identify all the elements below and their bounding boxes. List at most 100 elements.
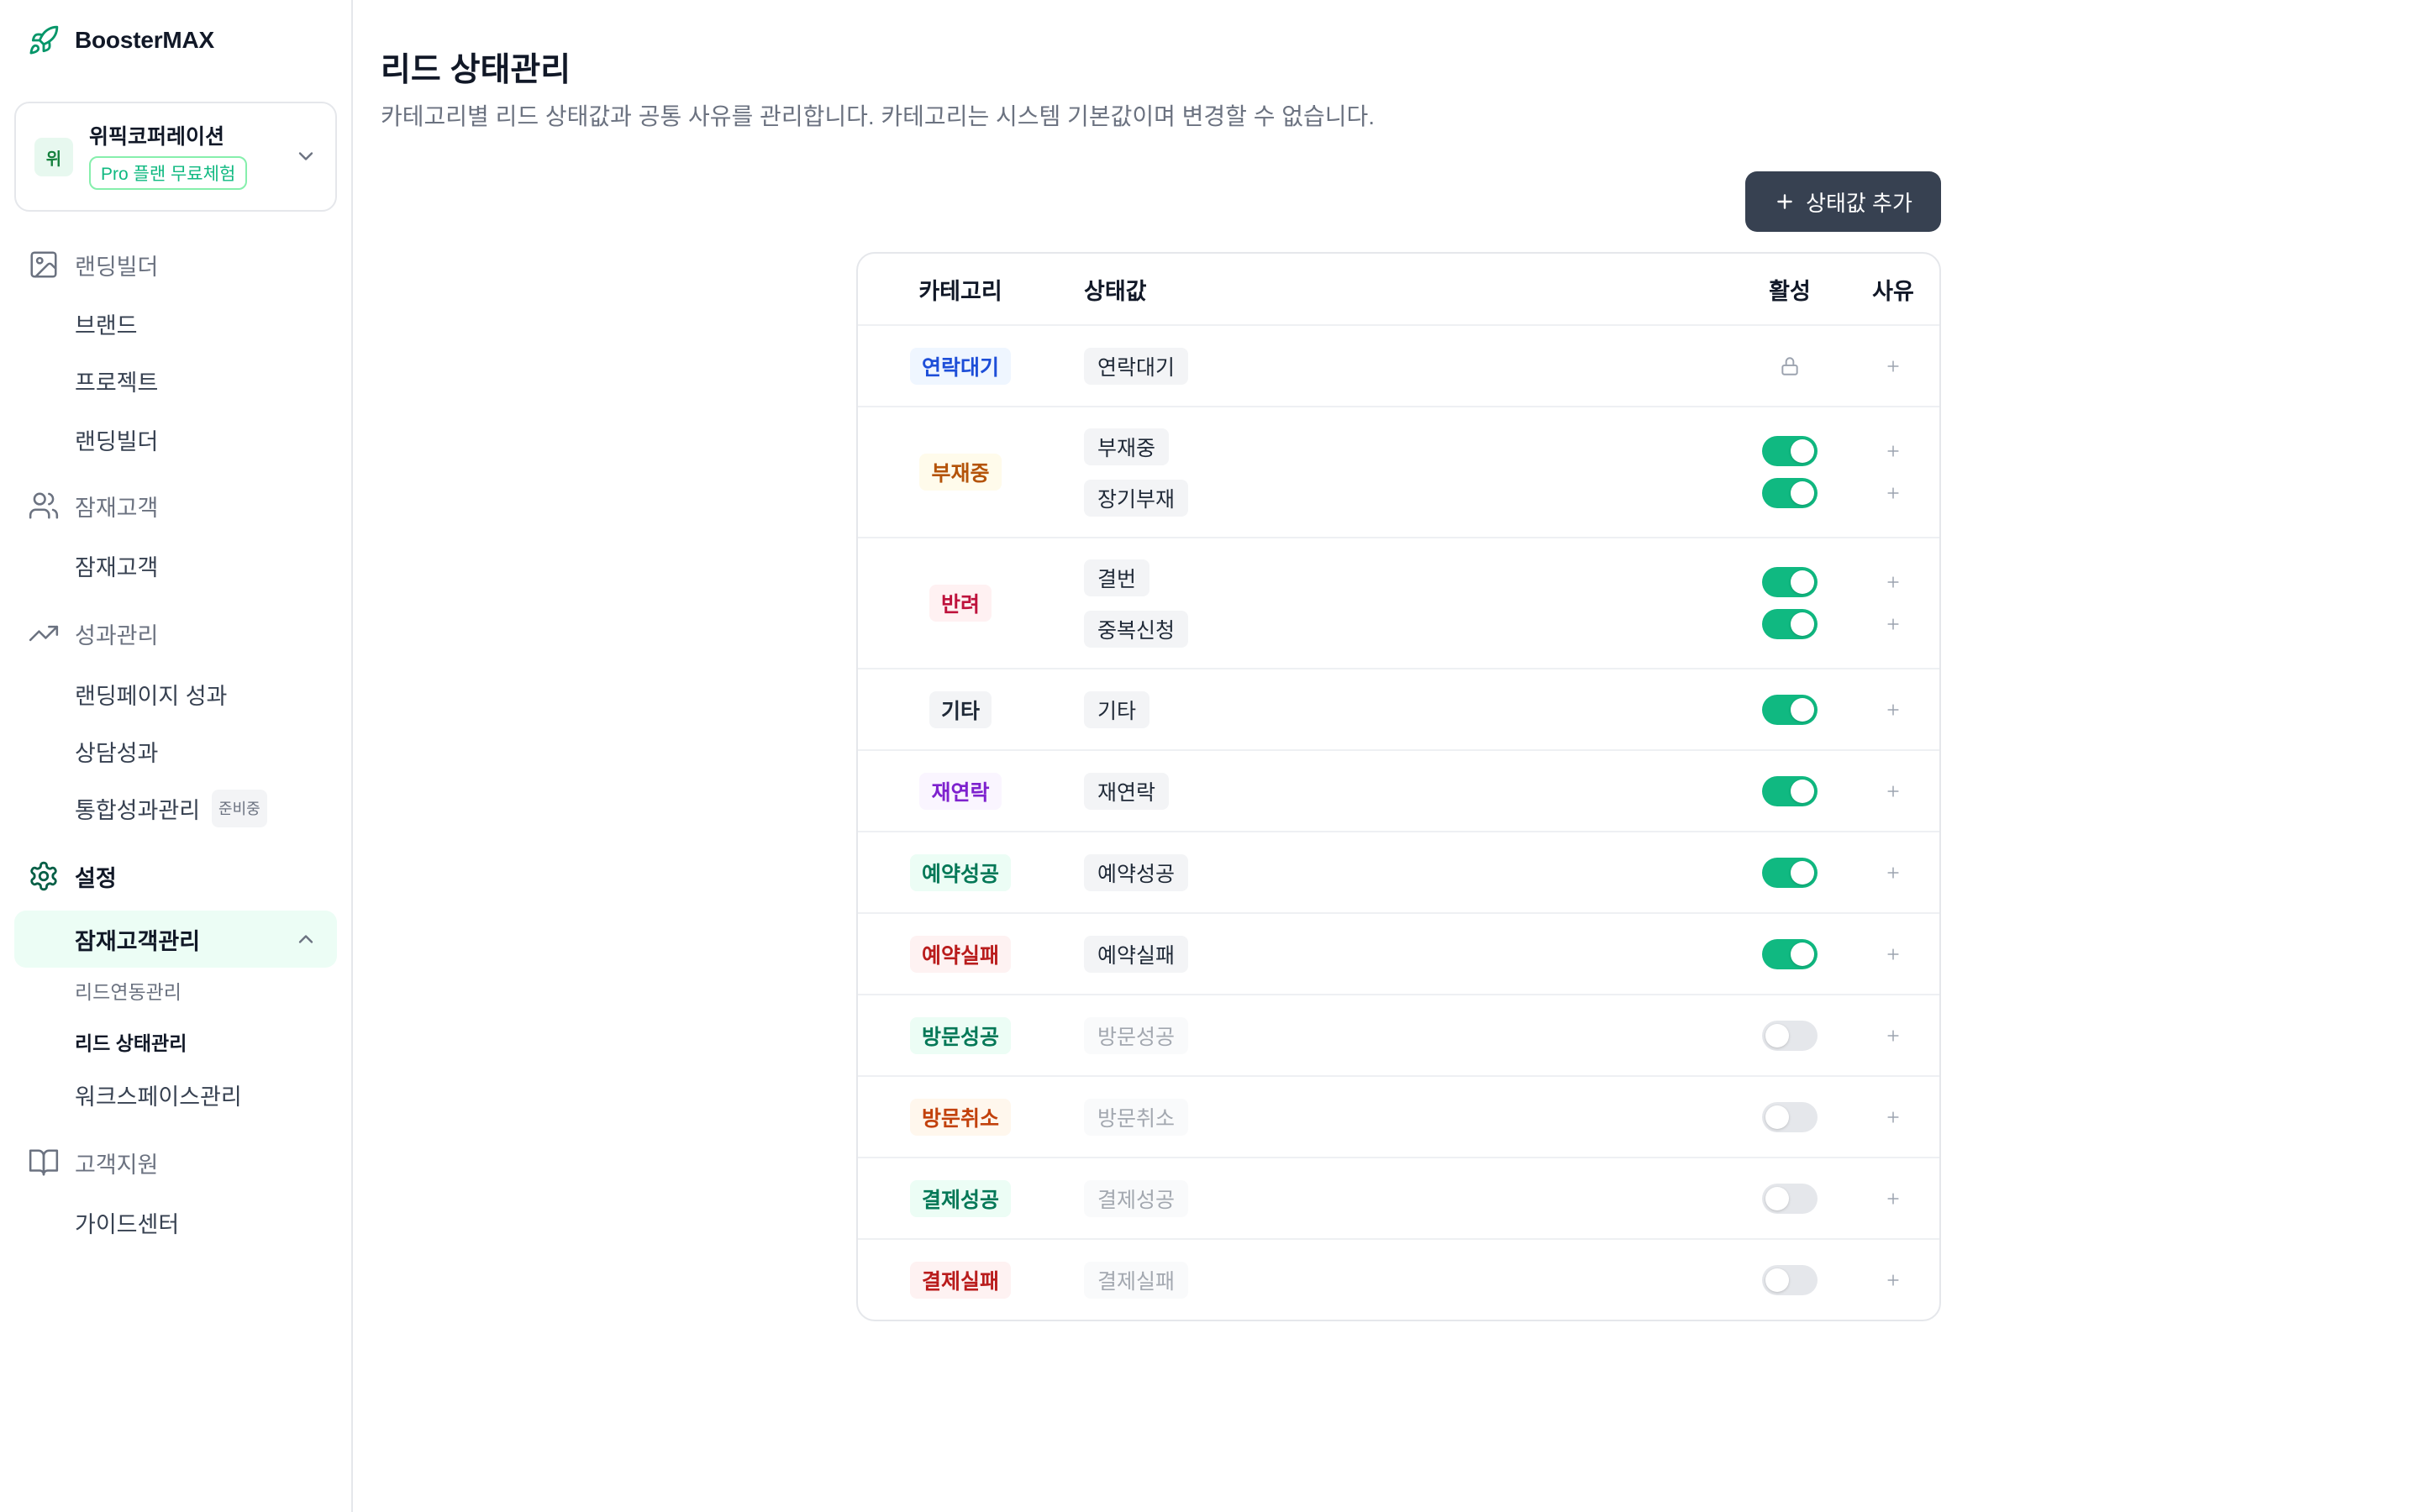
active-toggle[interactable] bbox=[1762, 1264, 1818, 1295]
nav-section-support[interactable]: 고객지원 bbox=[0, 1137, 351, 1188]
sidebar-item-consult-performance[interactable]: 상담성과 bbox=[0, 726, 351, 776]
sidebar-item-label: 리드 상태관리 bbox=[75, 1032, 187, 1054]
active-toggle[interactable] bbox=[1762, 609, 1818, 639]
status-cell: 방문성공 bbox=[1063, 995, 1733, 1075]
toggle-knob bbox=[1791, 860, 1814, 885]
sidebar-item-label: 리드연동관리 bbox=[75, 981, 182, 1003]
plus-icon bbox=[1887, 360, 1899, 372]
reason-cell bbox=[1847, 832, 1939, 912]
plus-icon bbox=[1887, 703, 1899, 716]
nav-section-settings[interactable]: 설정 bbox=[0, 851, 351, 901]
add-reason-button[interactable] bbox=[1878, 609, 1908, 639]
sidebar-item-guide-center[interactable]: 가이드센터 bbox=[0, 1197, 351, 1247]
sidebar-item-project[interactable]: 프로젝트 bbox=[0, 355, 351, 406]
status-pill[interactable]: 결번 bbox=[1084, 559, 1150, 596]
status-pill[interactable]: 방문취소 bbox=[1084, 1098, 1189, 1136]
active-toggle[interactable] bbox=[1762, 567, 1818, 597]
table-row: 연락대기 연락대기 bbox=[858, 324, 1939, 406]
sidebar-item-label: 통합성과관리 bbox=[75, 797, 201, 823]
sidebar-item-brand[interactable]: 브랜드 bbox=[0, 298, 351, 349]
status-pill[interactable]: 재연락 bbox=[1084, 772, 1170, 810]
active-toggle[interactable] bbox=[1762, 478, 1818, 508]
toggle-knob bbox=[1791, 779, 1814, 803]
status-pill[interactable]: 연락대기 bbox=[1084, 347, 1189, 385]
workspace-switcher[interactable]: 위 위픽코퍼레이션 Pro 플랜 무료체험 bbox=[14, 102, 337, 212]
table-row: 부재중 부재중 장기부재 bbox=[858, 406, 1939, 537]
sidebar-item-prospect-management[interactable]: 잠재고객관리 bbox=[14, 911, 337, 968]
header-reason: 사유 bbox=[1872, 278, 1914, 304]
toggle-knob bbox=[1791, 942, 1814, 966]
sidebar-item-landing-builder[interactable]: 랜딩빌더 bbox=[0, 414, 351, 465]
status-cell: 방문취소 bbox=[1063, 1077, 1733, 1157]
sidebar-item-workspace-management[interactable]: 워크스페이스관리 bbox=[0, 1069, 351, 1120]
add-reason-button[interactable] bbox=[1878, 1265, 1908, 1295]
status-pill[interactable]: 결제실패 bbox=[1084, 1261, 1189, 1299]
status-cell: 예약성공 bbox=[1063, 832, 1733, 912]
add-reason-button[interactable] bbox=[1878, 776, 1908, 806]
sidebar-item-lead-status[interactable]: 리드 상태관리 bbox=[0, 1016, 351, 1067]
nav-section-landing-builder[interactable]: 랜딩빌더 bbox=[0, 239, 351, 290]
add-reason-button[interactable] bbox=[1878, 478, 1908, 508]
toggle-knob bbox=[1765, 1186, 1789, 1210]
active-cell bbox=[1733, 1240, 1847, 1320]
app-logo[interactable]: BoosterMAX bbox=[28, 24, 214, 57]
sidebar-item-integrated-performance[interactable]: 통합성과관리 준비중 bbox=[0, 783, 351, 833]
status-pill[interactable]: 부재중 bbox=[1084, 428, 1170, 465]
reason-cell bbox=[1847, 538, 1939, 668]
add-reason-button[interactable] bbox=[1878, 436, 1908, 466]
chevron-down-icon bbox=[298, 152, 313, 160]
category-badge: 기타 bbox=[929, 690, 992, 728]
active-toggle[interactable] bbox=[1762, 1183, 1818, 1214]
active-toggle[interactable] bbox=[1762, 938, 1818, 969]
status-pill[interactable]: 예약성공 bbox=[1084, 853, 1189, 891]
add-reason-button[interactable] bbox=[1878, 858, 1908, 888]
status-pill[interactable]: 방문성공 bbox=[1084, 1016, 1189, 1054]
category-cell: 결제실패 bbox=[858, 1240, 1063, 1320]
sidebar-item-landing-performance[interactable]: 랜딩페이지 성과 bbox=[0, 669, 351, 719]
category-cell: 재연락 bbox=[858, 751, 1063, 831]
reason-cell bbox=[1847, 669, 1939, 749]
plan-badge: Pro 플랜 무료체험 bbox=[89, 156, 248, 190]
add-reason-button[interactable] bbox=[1878, 567, 1908, 597]
app-name: BoosterMAX bbox=[75, 27, 215, 53]
status-pill[interactable]: 결제성공 bbox=[1084, 1179, 1189, 1217]
status-pill[interactable]: 중복신청 bbox=[1084, 610, 1189, 648]
reason-stack bbox=[1878, 567, 1908, 639]
add-reason-button[interactable] bbox=[1878, 939, 1908, 969]
active-cell bbox=[1733, 538, 1847, 668]
active-toggle[interactable] bbox=[1762, 1101, 1818, 1132]
add-reason-button[interactable] bbox=[1878, 1021, 1908, 1051]
plus-icon bbox=[1887, 618, 1899, 630]
sidebar-item-prospects[interactable]: 잠재고객 bbox=[0, 540, 351, 591]
page-title: 리드 상태관리 bbox=[381, 52, 571, 88]
active-toggle[interactable] bbox=[1762, 436, 1818, 466]
category-cell: 결제성공 bbox=[858, 1158, 1063, 1238]
plus-icon bbox=[1887, 948, 1899, 960]
sidebar-item-lead-integration[interactable]: 리드연동관리 bbox=[0, 965, 351, 1016]
add-reason-button[interactable] bbox=[1878, 351, 1908, 381]
active-toggle[interactable] bbox=[1762, 1020, 1818, 1051]
nav-section-performance[interactable]: 성과관리 bbox=[0, 608, 351, 659]
add-reason-button[interactable] bbox=[1878, 1102, 1908, 1132]
image-icon bbox=[30, 251, 57, 278]
add-status-button[interactable]: 상태값 추가 bbox=[1745, 171, 1941, 232]
active-toggle[interactable] bbox=[1762, 694, 1818, 725]
status-pill[interactable]: 장기부재 bbox=[1084, 479, 1189, 517]
chevron-up-icon[interactable] bbox=[294, 927, 318, 951]
status-pill[interactable]: 기타 bbox=[1084, 690, 1150, 728]
table-row: 재연락 재연락 bbox=[858, 749, 1939, 831]
status-cell: 재연락 bbox=[1063, 751, 1733, 831]
add-reason-button[interactable] bbox=[1878, 695, 1908, 725]
category-badge: 재연락 bbox=[919, 772, 1002, 810]
nav-section-prospects[interactable]: 잠재고객 bbox=[0, 480, 351, 531]
sidebar-item-label: 워크스페이스관리 bbox=[75, 1084, 242, 1110]
status-pill[interactable]: 예약실패 bbox=[1084, 935, 1189, 973]
active-cell bbox=[1733, 832, 1847, 912]
active-cell bbox=[1733, 1158, 1847, 1238]
active-toggle[interactable] bbox=[1762, 857, 1818, 888]
add-reason-button[interactable] bbox=[1878, 1184, 1908, 1214]
table-row: 반려 결번 중복신청 bbox=[858, 537, 1939, 668]
active-toggle[interactable] bbox=[1762, 775, 1818, 806]
sidebar-item-label: 상담성과 bbox=[75, 740, 159, 766]
category-cell: 연락대기 bbox=[858, 326, 1063, 406]
